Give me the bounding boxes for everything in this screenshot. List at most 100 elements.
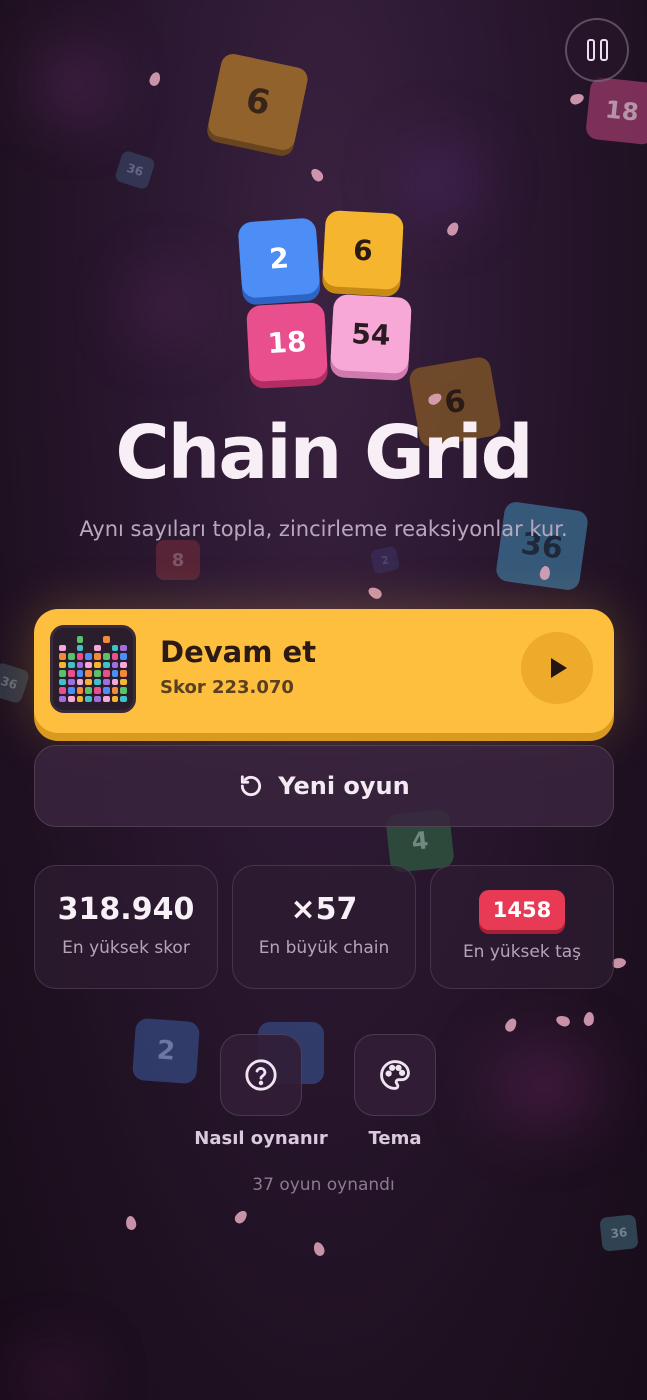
petal-decoration xyxy=(232,1208,250,1226)
petal-decoration xyxy=(308,166,326,184)
thumbnail-cell xyxy=(76,695,84,702)
thumbnail-cell xyxy=(102,661,110,668)
background-tile: 36 xyxy=(0,661,31,705)
thumbnail-cell xyxy=(111,687,119,694)
petal-decoration xyxy=(147,70,163,88)
logo-tile: 6 xyxy=(322,210,404,290)
thumbnail-cell xyxy=(67,695,75,702)
continue-button[interactable]: Devam et Skor 223.070 xyxy=(34,609,614,733)
highest-tile-badge: 1458 xyxy=(479,890,565,930)
thumbnail-cell xyxy=(94,644,101,651)
thumbnail-cell xyxy=(67,670,75,677)
thumbnail-cell xyxy=(59,695,66,702)
thumbnail-cell xyxy=(59,653,66,660)
thumbnail-cell xyxy=(76,653,84,660)
thumbnail-cell xyxy=(102,670,110,677)
thumbnail-cell xyxy=(120,670,127,677)
petal-decoration xyxy=(503,1016,519,1034)
thumbnail-cell xyxy=(67,653,75,660)
thumbnail-cell xyxy=(68,636,75,643)
thumbnail-cell xyxy=(59,670,66,677)
thumbnail-cell xyxy=(67,687,75,694)
theme-label: Tema xyxy=(368,1128,422,1149)
thumbnail-cell xyxy=(68,645,75,652)
biggest-chain-value: ×57 xyxy=(290,892,358,927)
thumbnail-cell xyxy=(85,670,92,677)
thumbnail-cell xyxy=(120,644,127,651)
petal-decoration xyxy=(554,1013,572,1029)
thumbnail-cell xyxy=(76,636,84,643)
background-tile: 8 xyxy=(156,540,200,580)
thumbnail-cell xyxy=(120,636,127,643)
thumbnail-cell xyxy=(94,670,101,677)
thumbnail-cell xyxy=(59,636,66,643)
thumbnail-cell xyxy=(76,644,84,651)
pause-button[interactable] xyxy=(565,18,629,82)
biggest-chain-label: En büyük chain xyxy=(258,938,390,958)
thumbnail-cell xyxy=(111,678,119,685)
background-tile: 18 xyxy=(584,76,647,146)
thumbnail-cell xyxy=(102,653,110,660)
continue-label: Devam et xyxy=(160,635,317,669)
thumbnail-cell xyxy=(76,661,84,668)
thumbnail-cell xyxy=(120,678,127,685)
thumbnail-cell xyxy=(76,678,84,685)
thumbnail-cell xyxy=(76,687,84,694)
thumbnail-cell xyxy=(120,695,127,702)
board-thumbnail xyxy=(50,625,136,713)
games-played-count: 37 oyun oynandı xyxy=(252,1175,395,1195)
petal-decoration xyxy=(124,1215,138,1231)
question-circle-icon xyxy=(245,1059,277,1091)
thumbnail-cell xyxy=(59,644,66,651)
background-tile: 2 xyxy=(369,545,401,575)
thumbnail-cell xyxy=(120,653,127,660)
thumbnail-cell xyxy=(103,645,110,652)
thumbnail-cell xyxy=(76,670,84,677)
logo-tile: 2 xyxy=(237,217,321,299)
background-tile: 6 xyxy=(206,51,310,153)
background-tile: 36 xyxy=(599,1214,639,1252)
thumbnail-cell xyxy=(120,661,127,668)
thumbnail-cell xyxy=(85,636,92,643)
high-score-value: 318.940 xyxy=(57,892,195,927)
thumbnail-cell xyxy=(94,678,101,685)
thumbnail-cell xyxy=(102,695,110,702)
thumbnail-cell xyxy=(67,678,75,685)
thumbnail-cell xyxy=(59,661,66,668)
thumbnail-cell xyxy=(94,661,101,668)
stat-highest-tile: 1458 En yüksek taş xyxy=(430,865,614,989)
thumbnail-cell xyxy=(85,645,92,652)
petal-decoration xyxy=(311,1240,327,1258)
thumbnail-cell xyxy=(94,695,101,702)
new-game-button[interactable]: Yeni oyun xyxy=(34,745,614,827)
continue-score: Skor 223.070 xyxy=(160,677,294,698)
how-to-play-button[interactable] xyxy=(220,1034,302,1116)
petal-decoration xyxy=(568,91,586,107)
app-subtitle: Aynı sayıları topla, zincirleme reaksiyo… xyxy=(79,517,568,541)
thumbnail-cell xyxy=(59,678,66,685)
thumbnail-cell xyxy=(111,670,119,677)
thumbnail-cell xyxy=(102,687,110,694)
thumbnail-cell xyxy=(85,653,92,660)
palette-icon xyxy=(380,1060,410,1090)
pause-icon xyxy=(586,39,595,61)
thumbnail-cell xyxy=(120,687,127,694)
play-button[interactable] xyxy=(521,632,593,704)
background-tile: 2 xyxy=(131,1017,201,1085)
logo-tile: 18 xyxy=(246,302,328,382)
thumbnail-cell xyxy=(111,644,119,651)
stat-biggest-chain: ×57 En büyük chain xyxy=(232,865,416,989)
thumbnail-cell xyxy=(102,678,110,685)
petal-decoration xyxy=(582,1011,596,1027)
petal-decoration xyxy=(445,220,461,238)
play-icon xyxy=(551,658,567,678)
background-tile: 36 xyxy=(113,149,157,191)
thumbnail-cell xyxy=(111,653,119,660)
high-score-label: En yüksek skor xyxy=(62,938,190,958)
theme-button[interactable] xyxy=(354,1034,436,1116)
stat-high-score: 318.940 En yüksek skor xyxy=(34,865,218,989)
thumbnail-cell xyxy=(94,653,101,660)
thumbnail-cell xyxy=(85,661,92,668)
thumbnail-cell xyxy=(94,636,101,643)
thumbnail-cell xyxy=(111,661,119,668)
